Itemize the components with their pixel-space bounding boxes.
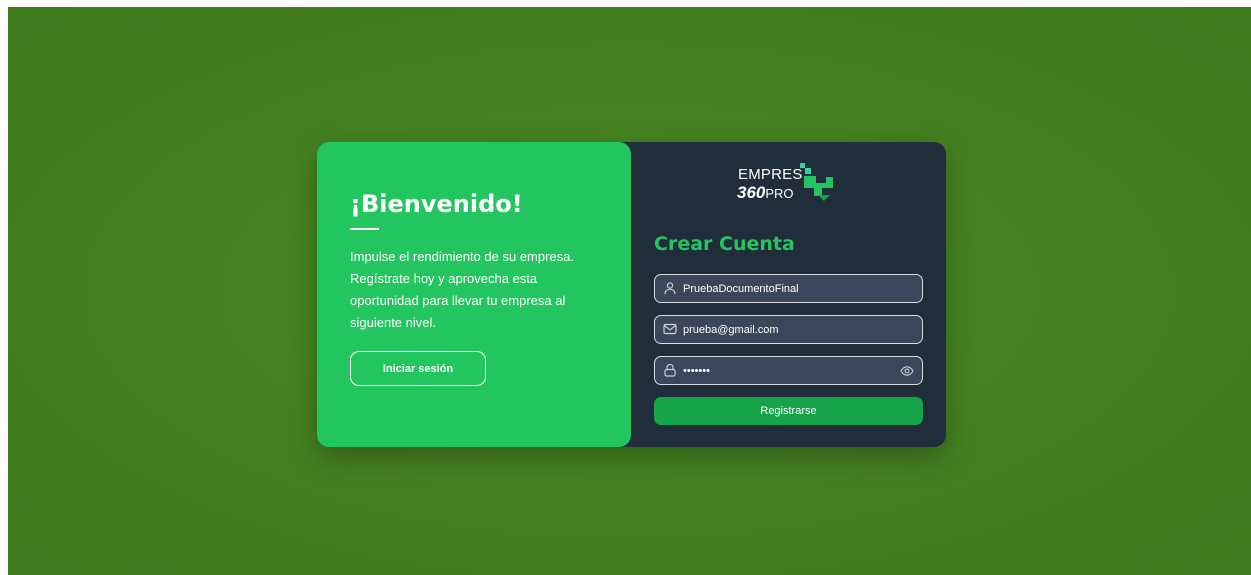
logo-text-top: EMPRES [738, 166, 803, 183]
username-input[interactable] [683, 275, 893, 302]
welcome-panel: ¡Bienvenido! Impulse el rendimiento de s… [317, 142, 631, 447]
register-button[interactable]: Registrarse [654, 397, 923, 425]
email-input[interactable] [683, 316, 893, 343]
form-title: Crear Cuenta [654, 233, 795, 255]
password-field[interactable] [654, 356, 923, 385]
password-input[interactable] [683, 357, 893, 384]
logo-text-bottom: 360PRO [737, 183, 794, 203]
mail-icon [663, 323, 677, 335]
user-icon [664, 282, 676, 295]
welcome-message: Impulse el rendimiento de su empresa. Re… [350, 249, 575, 330]
company-logo: EMPRES 360PRO [735, 163, 845, 207]
email-field[interactable] [654, 315, 923, 344]
username-field[interactable] [654, 274, 923, 303]
login-button[interactable]: Iniciar sesión [350, 351, 486, 386]
eye-icon[interactable] [900, 364, 914, 378]
title-underline [350, 228, 379, 230]
welcome-title: ¡Bienvenido! [350, 190, 523, 218]
logo-number: 360 [737, 183, 766, 202]
logo-suffix: PRO [765, 186, 794, 201]
register-panel: EMPRES 360PRO Crear Cuenta PruebaDocumen… [631, 142, 946, 447]
logo-mark-icon [800, 163, 833, 201]
lock-icon [664, 363, 676, 377]
